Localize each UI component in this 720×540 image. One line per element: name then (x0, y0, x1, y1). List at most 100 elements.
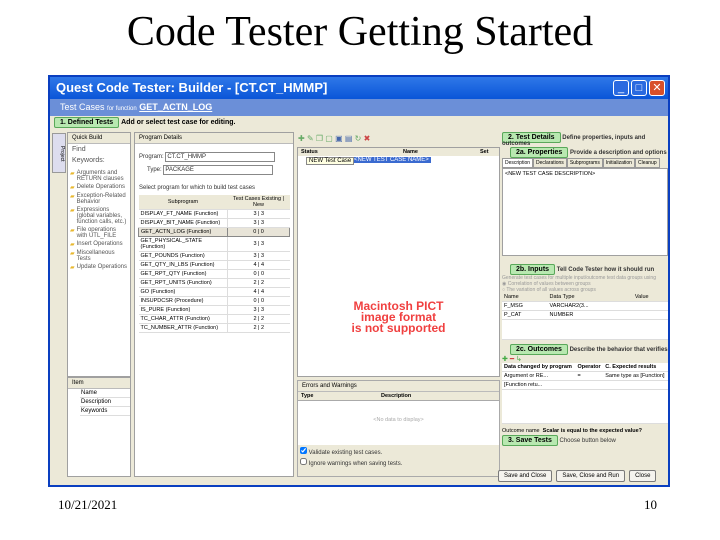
tree-item[interactable]: ▰ Miscellaneous Tests (70, 250, 128, 262)
subtitle-small: for function (107, 106, 137, 112)
keywords-button[interactable]: Keywords: (68, 155, 130, 166)
test-case-count: 4 | 4 (227, 287, 290, 297)
col-subprogram: Subprogram (138, 195, 228, 210)
subprogram-row[interactable]: DISPLAY_BIT_NAME (Function) 3 | 3 (138, 218, 290, 228)
ignore-warnings-label: Ignore warnings when saving tests. (308, 461, 403, 467)
description-textarea[interactable]: <NEW TEST CASE DESCRIPTION> (502, 168, 668, 256)
maximize-button[interactable]: □ (631, 80, 647, 96)
subprogram-row[interactable]: INSUPDCSR (Procedure) 0 | 0 (138, 296, 290, 306)
refresh-icon[interactable]: ↻ (355, 134, 362, 143)
tree-item-label: Expressions (global variables, function … (76, 207, 127, 225)
col-type: Type (301, 393, 314, 399)
step2c-label[interactable]: 2c. Outcomes (510, 344, 568, 355)
tab-description[interactable]: Description (502, 158, 534, 168)
tree-item[interactable]: ▰ Arguments and RETURN clauses (70, 170, 128, 182)
close-button[interactable]: Close (629, 470, 657, 482)
subprogram-row[interactable]: IS_PURE (Function) 3 | 3 (138, 305, 290, 315)
col-name: Name (403, 149, 418, 155)
tree-item[interactable]: ▰ Insert Operations (70, 241, 128, 248)
function-link[interactable]: GET_ACTN_LOG (139, 102, 212, 112)
errors-header: Errors and Warnings (298, 381, 499, 392)
tree-item[interactable]: ▰ Expressions (global variables, function… (70, 207, 128, 225)
subprogram-row[interactable]: GET_RPT_UNITS (Function) 2 | 2 (138, 278, 290, 288)
type-label: Type: (147, 167, 162, 173)
outcome-target-select-2[interactable]: [Function retu... (502, 380, 576, 390)
tab-cleanup[interactable]: Cleanup (634, 158, 660, 168)
folder-icon: ▰ (70, 242, 75, 248)
input-value[interactable] (632, 301, 668, 311)
col-description: Description (381, 393, 412, 399)
close-window-button[interactable]: ✕ (649, 80, 665, 96)
window-title: Quest Code Tester: Builder - [CT.CT_HMMP… (50, 77, 668, 99)
remove-icon[interactable]: ✖ (364, 134, 371, 143)
subprogram-row[interactable]: GO (Function) 4 | 4 (138, 287, 290, 297)
subprogram-row[interactable]: GET_PHYSICAL_STATE (Function) 3 | 3 (138, 236, 290, 252)
step3-label[interactable]: 3. Save Tests (502, 435, 558, 446)
tree-item[interactable]: ▰ Exception-Related Behavior (70, 193, 128, 205)
test-toolbar: ✚ ✎ ❐ ▢ ▣ ▤ ↻ ✖ (298, 134, 370, 143)
tab-subprograms[interactable]: Subprograms (566, 158, 603, 168)
inputs-table: Name Data Type Value F_MSG VARCHAR2(3... P_… (502, 293, 668, 340)
minimize-button[interactable]: _ (613, 80, 629, 96)
operator-select[interactable]: = (575, 371, 604, 381)
step1-desc: Add or select test case for editing. (121, 119, 236, 126)
save-and-close-button[interactable]: Save and Close (498, 470, 553, 482)
move-icon[interactable]: ↳ (516, 356, 522, 363)
find-button[interactable]: Find (68, 144, 130, 155)
delete-icon[interactable]: ▢ (325, 134, 333, 143)
edit-icon[interactable]: ✎ (307, 134, 314, 143)
subprogram-row[interactable]: GET_POUNDS (Function) 3 | 3 (138, 251, 290, 261)
step1-label[interactable]: 1. Defined Tests (54, 117, 120, 128)
tab-initialization[interactable]: Initialization (602, 158, 635, 168)
slide-title: Code Tester Getting Started (126, 9, 594, 55)
subprogram-name: GO (Function) (138, 287, 228, 297)
slide-number: 10 (644, 497, 657, 512)
test-case-count: 3 | 3 (227, 209, 290, 219)
folder-icon: ▰ (70, 185, 75, 191)
subprogram-name: GET_POUNDS (Function) (138, 251, 228, 261)
expected-select[interactable]: Same type as [Function] (603, 371, 668, 381)
add-test-icon[interactable]: ✚ (298, 134, 305, 143)
step2b-label[interactable]: 2b. Inputs (510, 264, 556, 275)
step2a-label[interactable]: 2a. Properties (510, 147, 569, 158)
subprogram-row[interactable]: GET_QTY_IN_LBS (Function) 4 | 4 (138, 260, 290, 270)
quick-build-header: Quick Build (68, 133, 130, 144)
tree-item[interactable]: ▰ File operations with UTL_FILE (70, 227, 128, 239)
empty-message: <No data to display> (298, 401, 499, 445)
subprogram-row[interactable]: TC_NUMBER_ATTR (Function) 2 | 2 (138, 323, 290, 333)
subprogram-row[interactable]: GET_RPT_QTY (Function) 0 | 0 (138, 269, 290, 279)
pict-line: is not supported (351, 321, 446, 335)
folder-icon: ▰ (70, 171, 75, 177)
item-field: Keywords (80, 407, 130, 416)
save-close-run-button[interactable]: Save, Close and Run (556, 470, 626, 482)
col-expected: C. Expected results (603, 363, 668, 372)
validate-checkbox[interactable] (300, 447, 307, 454)
save-all-icon[interactable]: ▤ (345, 134, 353, 143)
tree-item-label: Miscellaneous Tests (76, 250, 115, 262)
subprogram-row[interactable]: TC_CHAR_ATTR (Function) 2 | 2 (138, 314, 290, 324)
ignore-warnings-checkbox[interactable] (300, 458, 307, 465)
type-input[interactable]: PACKAGE (163, 165, 274, 175)
subtitle: Test Cases (60, 102, 105, 112)
subprogram-row[interactable]: DISPLAY_FT_NAME (Function) 3 | 3 (138, 209, 290, 219)
radio-variation[interactable]: The variation of all values across group… (506, 287, 596, 293)
outcome-target-select[interactable]: Argument or RE... (502, 371, 576, 381)
test-case-count: 2 | 2 (227, 314, 290, 324)
copy-icon[interactable]: ❐ (316, 134, 323, 143)
subprogram-row[interactable]: GET_ACTN_LOG (Function) 0 | 0 (137, 227, 290, 237)
item-field: Name (80, 389, 130, 398)
add-outcome-icon[interactable]: ✚ (502, 356, 508, 363)
test-case-row[interactable]: <NEW TEST CASE NAME> (352, 157, 431, 163)
tab-project[interactable]: Project (52, 133, 66, 173)
test-case-count: 0 | 0 (227, 269, 290, 279)
tab-declarations[interactable]: Declarations (533, 158, 567, 168)
tree-item[interactable]: ▰ Update Operations (70, 264, 128, 271)
program-input[interactable]: CT.CT_HMMP (165, 152, 276, 162)
subprogram-name: GET_RPT_UNITS (Function) (138, 278, 228, 288)
slide-date: 10/21/2021 (58, 497, 118, 512)
folder-icon: ▰ (70, 265, 75, 271)
remove-outcome-icon[interactable]: ━ (510, 356, 514, 363)
save-icon[interactable]: ▣ (335, 134, 343, 143)
tree-item[interactable]: ▰ Delete Operations (70, 184, 128, 191)
input-value[interactable] (632, 310, 668, 320)
